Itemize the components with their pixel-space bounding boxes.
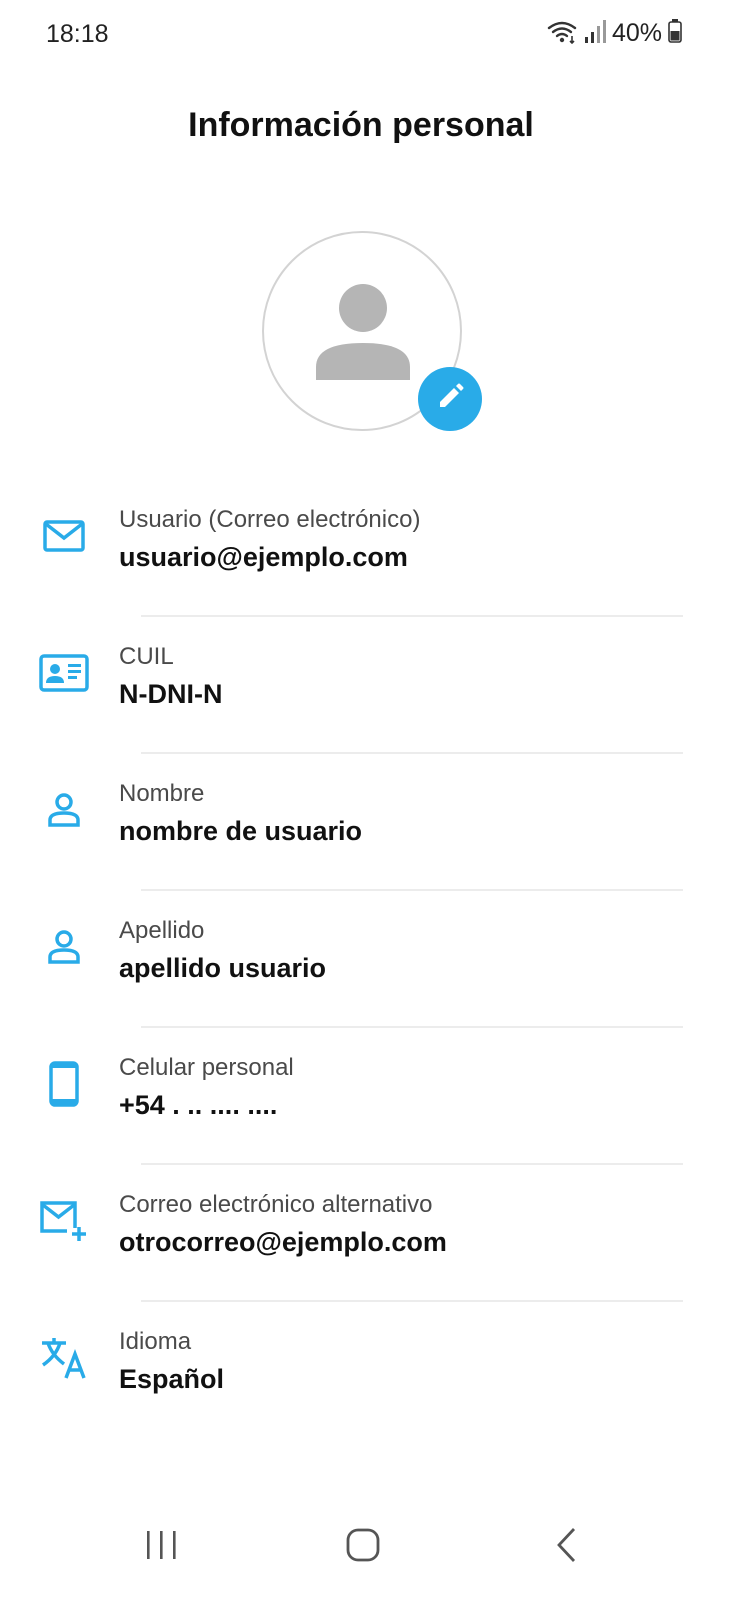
mail-add-icon bbox=[38, 1195, 90, 1247]
field-label: Celular personal bbox=[119, 1054, 294, 1081]
back-icon bbox=[555, 1527, 579, 1568]
home-icon bbox=[346, 1528, 380, 1567]
field-celular[interactable]: Celular personal +54 . .. .... .... bbox=[0, 1028, 738, 1165]
recent-apps-icon bbox=[144, 1529, 178, 1566]
battery-icon bbox=[668, 19, 682, 48]
field-value: Español bbox=[119, 1364, 225, 1394]
field-value: N-DNI-N bbox=[119, 679, 223, 709]
field-cuil[interactable]: CUIL N-DNI-N bbox=[0, 617, 738, 754]
phone-icon bbox=[38, 1058, 90, 1110]
field-email[interactable]: Usuario (Correo electrónico) usuario@eje… bbox=[0, 480, 738, 617]
id-card-icon bbox=[38, 647, 90, 699]
personal-info-list: Usuario (Correo electrónico) usuario@eje… bbox=[0, 480, 738, 1439]
mail-icon bbox=[38, 510, 90, 562]
pencil-icon bbox=[435, 382, 465, 417]
field-apellido[interactable]: Apellido apellido usuario bbox=[0, 891, 738, 1028]
field-value: +54 . .. .... .... bbox=[119, 1090, 278, 1120]
home-button[interactable] bbox=[333, 1522, 393, 1572]
status-time: 18:18 bbox=[46, 20, 109, 48]
back-button[interactable] bbox=[537, 1522, 597, 1572]
page-title: Información personal bbox=[188, 106, 534, 144]
field-label: Nombre bbox=[119, 780, 205, 807]
status-icons: 40% bbox=[546, 18, 682, 49]
navigation-bar bbox=[0, 1500, 738, 1600]
edit-avatar-button[interactable] bbox=[418, 367, 482, 431]
field-nombre[interactable]: Nombre nombre de usuario bbox=[0, 754, 738, 891]
field-label: CUIL bbox=[119, 643, 174, 670]
person-outline-icon bbox=[38, 921, 90, 973]
recent-apps-button[interactable] bbox=[131, 1522, 191, 1572]
field-label: Usuario (Correo electrónico) bbox=[119, 506, 421, 533]
wifi-icon bbox=[546, 18, 578, 49]
field-idioma[interactable]: Idioma Español bbox=[0, 1302, 738, 1439]
translate-icon bbox=[38, 1332, 90, 1384]
field-value: nombre de usuario bbox=[119, 816, 363, 846]
status-bar: 18:18 40% bbox=[0, 0, 738, 70]
battery-percent: 40% bbox=[611, 19, 662, 47]
field-label: Apellido bbox=[119, 917, 205, 944]
field-label: Correo electrónico alternativo bbox=[119, 1191, 433, 1218]
field-value: usuario@ejemplo.com bbox=[119, 542, 408, 572]
field-value: apellido usuario bbox=[119, 953, 327, 983]
field-label: Idioma bbox=[119, 1328, 192, 1355]
field-value: otrocorreo@ejemplo.com bbox=[119, 1227, 447, 1257]
signal-icon bbox=[584, 19, 606, 48]
person-outline-icon bbox=[38, 784, 90, 836]
field-correo-alternativo[interactable]: Correo electrónico alternativo otrocorre… bbox=[0, 1165, 738, 1302]
